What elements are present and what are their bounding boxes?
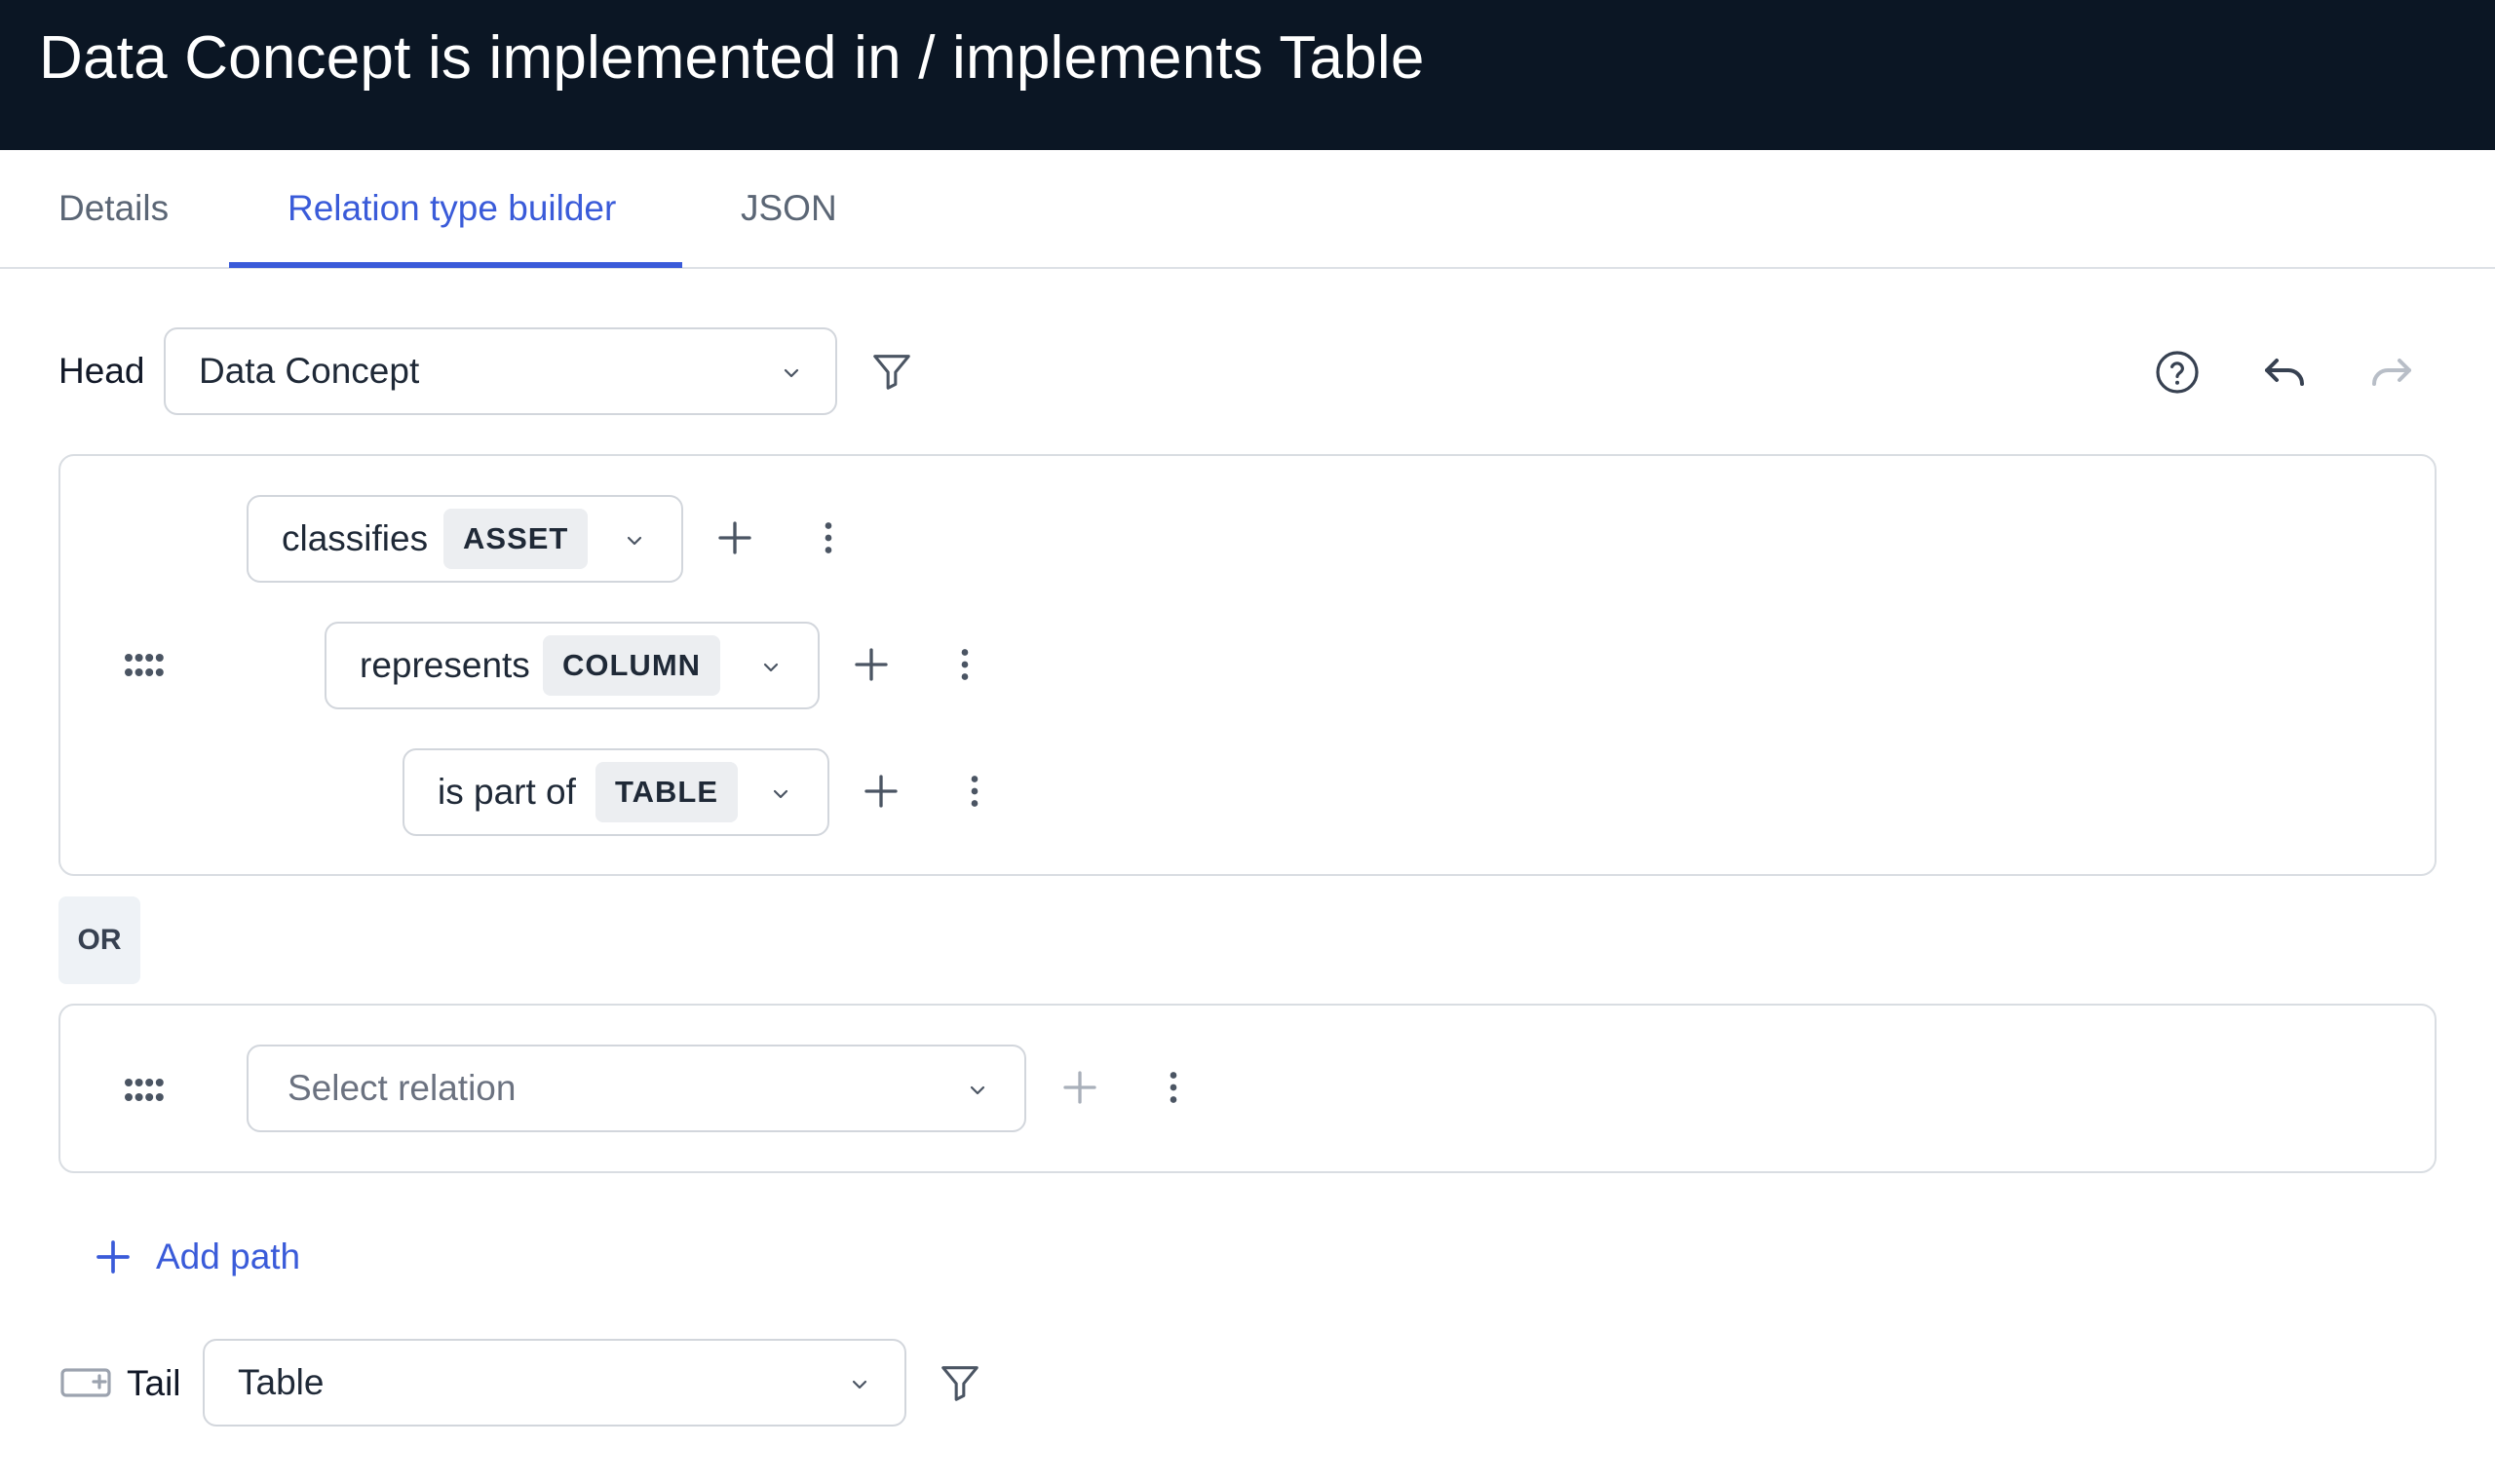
page-header: Data Concept is implemented in / impleme… [0, 0, 2495, 150]
add-step-icon[interactable] [715, 518, 754, 557]
more-vertical-icon[interactable] [1154, 1068, 1193, 1107]
undo-icon[interactable] [2261, 351, 2308, 394]
drag-handle-icon[interactable] [123, 1076, 166, 1105]
tail-connector-icon [60, 1368, 111, 1397]
more-vertical-icon[interactable] [955, 772, 994, 811]
head-select[interactable]: Data Concept [164, 327, 837, 415]
relation-label: represents [360, 645, 530, 685]
head-filter-icon[interactable] [869, 349, 914, 394]
active-tab-indicator [229, 262, 682, 268]
chevron-down-icon [784, 368, 799, 378]
relation-label: classifies [282, 518, 429, 558]
tab-json[interactable]: JSON [741, 150, 837, 267]
tail-label: Tail [127, 1363, 181, 1403]
tail-select[interactable]: Table [203, 1339, 906, 1427]
head-select-value: Data Concept [199, 351, 420, 391]
tab-relation-type-builder[interactable]: Relation type builder [288, 150, 616, 267]
page-title: Data Concept is implemented in / impleme… [39, 24, 1425, 92]
tail-select-value: Table [238, 1362, 325, 1402]
relation-step-3[interactable]: is part of TABLE [403, 748, 829, 836]
asset-type-badge: ASSET [443, 509, 589, 569]
select-relation-placeholder: Select relation [288, 1068, 517, 1108]
tab-bar: Details Relation type builder JSON [0, 150, 2495, 269]
more-vertical-icon[interactable] [809, 518, 848, 557]
add-path-label: Add path [156, 1237, 301, 1276]
asset-type-badge: TABLE [595, 762, 739, 822]
chevron-down-icon [627, 536, 642, 546]
asset-type-badge: COLUMN [543, 635, 721, 696]
more-vertical-icon[interactable] [945, 645, 984, 684]
help-circle-icon[interactable] [2154, 349, 2201, 396]
add-step-icon[interactable] [1060, 1068, 1099, 1107]
add-step-icon[interactable] [862, 772, 901, 811]
redo-icon[interactable] [2368, 351, 2415, 394]
select-relation-dropdown[interactable]: Select relation [247, 1045, 1026, 1132]
head-label: Head [58, 351, 145, 391]
relation-step-2[interactable]: represents COLUMN [325, 622, 820, 709]
path-box-1: classifies ASSET represents COLUMN is pa… [58, 454, 2437, 876]
relation-label: is part of [438, 772, 576, 812]
chevron-down-icon [763, 663, 779, 672]
tail-filter-icon[interactable] [938, 1360, 982, 1405]
path-box-2: Select relation [58, 1004, 2437, 1173]
drag-handle-icon[interactable] [123, 651, 166, 680]
or-separator: OR [58, 896, 140, 984]
chevron-down-icon [852, 1380, 867, 1389]
add-step-icon[interactable] [852, 645, 891, 684]
tab-details[interactable]: Details [58, 150, 169, 267]
chevron-down-icon [773, 789, 788, 799]
relation-step-1[interactable]: classifies ASSET [247, 495, 683, 583]
plus-icon [96, 1240, 130, 1274]
chevron-down-icon [970, 1085, 985, 1095]
